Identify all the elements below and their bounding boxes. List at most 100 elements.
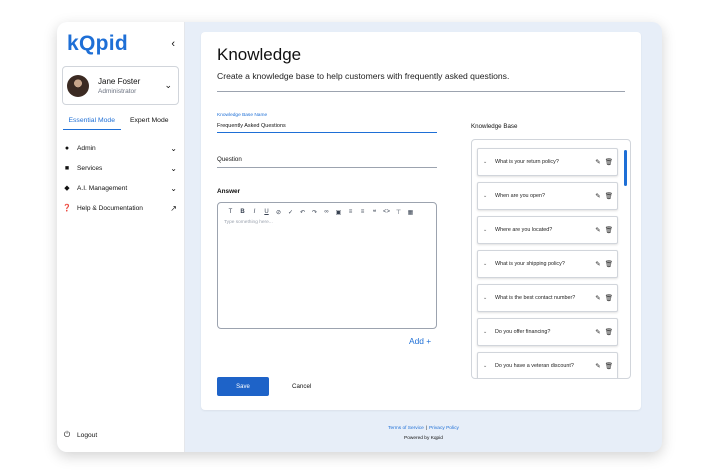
edit-icon[interactable]: ✎ [595,294,600,302]
question-input[interactable]: Question [217,156,242,163]
strikethrough-icon[interactable]: ⊘ [274,209,283,216]
highlight-icon[interactable]: ✓ [286,209,295,216]
power-icon: ⏻ [63,430,71,439]
chevron-down-icon[interactable]: ⌄ [483,159,491,165]
bullet-list-icon[interactable]: ≡ [346,209,355,216]
chevron-down-icon[interactable]: ⌄ [483,227,491,233]
kb-list-panel: ⌄ What is your return policy? ✎ 🗑 ⌄ When… [471,139,631,379]
bold-icon[interactable]: B [238,209,247,216]
list-item[interactable]: ⌄ When are you open? ✎ 🗑 [477,182,618,210]
edit-icon[interactable]: ✎ [595,328,600,336]
logo-row: kQpid ‹ [57,22,184,66]
list-item[interactable]: ⌄ What is your return policy? ✎ 🗑 [477,148,618,176]
kb-scrollbar[interactable] [624,150,627,186]
trash-icon[interactable]: 🗑 [605,226,613,234]
answer-placeholder: Type something here... [224,220,273,225]
heading-icon[interactable]: T [226,209,235,216]
trash-icon[interactable]: 🗑 [605,158,613,166]
list-item[interactable]: ⌄ Where are you located? ✎ 🗑 [477,216,618,244]
edit-icon[interactable]: ✎ [595,192,600,200]
clear-format-icon[interactable]: ⊤ [394,209,403,216]
tab-essential-mode[interactable]: Essential Mode [63,117,121,130]
editor-toolbar: T B I U ⊘ ✓ ↶ ↷ ∞ ▣ ≡ ≡ ❝ <> ⊤ ▦ [218,203,436,216]
save-icon[interactable]: ▦ [406,209,415,216]
chevron-down-icon: ⌄ [170,183,177,193]
chevron-down-icon[interactable]: ⌄ [483,193,491,199]
image-icon[interactable]: ▣ [334,209,343,216]
kb-list-title: Knowledge Base [471,123,518,130]
sidebar-item-label: Help & Documentation [77,204,143,212]
footer-separator: | [425,426,428,431]
list-item[interactable]: ⌄ What is the best contact number? ✎ 🗑 [477,284,618,312]
kb-question: Do you offer financing? [495,329,551,335]
italic-icon[interactable]: I [250,209,259,216]
mode-tabs: Essential Mode Expert Mode [63,117,178,130]
sidebar-item-help[interactable]: ❓ Help & Documentation ↗ [57,198,184,218]
sidebar-item-label: A.I. Management [77,184,128,192]
footer: Terms of Service | Privacy Policy Powered … [185,426,662,441]
footer-links: Terms of Service | Privacy Policy [185,426,662,431]
profile-switcher[interactable]: Jane Foster Administrator ⌄ [62,66,179,105]
sidebar-menu: ● Admin ⌄ ■ Services ⌄ ◆ A.I. Management… [57,138,184,218]
chevron-down-icon[interactable]: ⌄ [483,261,491,267]
help-icon: ❓ [62,205,72,212]
trash-icon[interactable]: 🗑 [605,294,613,302]
answer-label: Answer [217,188,241,195]
chevron-down-icon: ⌄ [170,163,177,173]
chevron-down-icon[interactable]: ⌄ [483,295,491,301]
layers-icon: ◆ [64,185,70,192]
chevron-down-icon[interactable]: ⌄ [483,363,491,369]
answer-editor[interactable]: T B I U ⊘ ✓ ↶ ↷ ∞ ▣ ≡ ≡ ❝ <> ⊤ ▦ Type so… [217,202,437,329]
profile-role: Administrator [98,87,137,95]
edit-icon[interactable]: ✎ [595,226,600,234]
profile-name: Jane Foster [98,76,141,86]
trash-icon[interactable]: 🗑 [605,328,613,336]
knowledge-card: Knowledge Create a knowledge base to hel… [201,32,641,410]
list-item[interactable]: ⌄ Do you offer financing? ✎ 🗑 [477,318,618,346]
undo-icon[interactable]: ↶ [298,209,307,216]
kb-question: Where are you located? [495,227,553,233]
logout-button[interactable]: ⏻ Logout [62,430,97,440]
link-icon[interactable]: ∞ [322,209,331,216]
edit-icon[interactable]: ✎ [595,158,600,166]
cancel-button[interactable]: Cancel [292,383,311,390]
logout-label: Logout [77,431,98,439]
kb-name-underline [217,132,437,133]
privacy-link[interactable]: Privacy Policy [429,426,459,431]
trash-icon[interactable]: 🗑 [605,260,613,268]
redo-icon[interactable]: ↷ [310,209,319,216]
numbered-list-icon[interactable]: ≡ [358,209,367,216]
external-link-icon: ↗ [170,203,177,213]
code-icon[interactable]: <> [382,209,391,216]
save-button[interactable]: Save [217,377,269,396]
kb-list: ⌄ What is your return policy? ✎ 🗑 ⌄ When… [477,148,618,378]
sidebar-item-label: Admin [77,144,96,152]
question-underline [217,167,437,168]
profile-info: Jane Foster Administrator [98,77,164,95]
underline-icon[interactable]: U [262,209,271,216]
kb-question: Do you have a veteran discount? [495,363,574,369]
kb-name-label: Knowledge Base Name [217,113,268,118]
divider [217,91,625,92]
list-item[interactable]: ⌄ Do you have a veteran discount? ✎ 🗑 [477,352,618,378]
sidebar-item-ai-management[interactable]: ◆ A.I. Management ⌄ [57,178,184,198]
sidebar-item-services[interactable]: ■ Services ⌄ [57,158,184,178]
sidebar-item-admin[interactable]: ● Admin ⌄ [57,138,184,158]
chevron-down-icon: ⌄ [164,80,172,90]
list-item[interactable]: ⌄ What is your shipping policy? ✎ 🗑 [477,250,618,278]
quote-icon[interactable]: ❝ [370,209,379,216]
collapse-sidebar-icon[interactable]: ‹ [171,38,175,50]
edit-icon[interactable]: ✎ [595,362,600,370]
brand-logo: kQpid [67,32,129,55]
edit-icon[interactable]: ✎ [595,260,600,268]
kb-name-input[interactable]: Frequently Asked Questions [217,123,286,129]
trash-icon[interactable]: 🗑 [605,192,613,200]
add-button[interactable]: Add + [409,336,431,346]
chevron-down-icon[interactable]: ⌄ [483,329,491,335]
tab-expert-mode[interactable]: Expert Mode [121,117,179,130]
kb-question: What is your return policy? [495,159,559,165]
sidebar-item-label: Services [77,164,103,172]
trash-icon[interactable]: 🗑 [605,362,613,370]
page-subtitle: Create a knowledge base to help customer… [217,71,510,81]
terms-link[interactable]: Terms of Service [388,426,424,431]
